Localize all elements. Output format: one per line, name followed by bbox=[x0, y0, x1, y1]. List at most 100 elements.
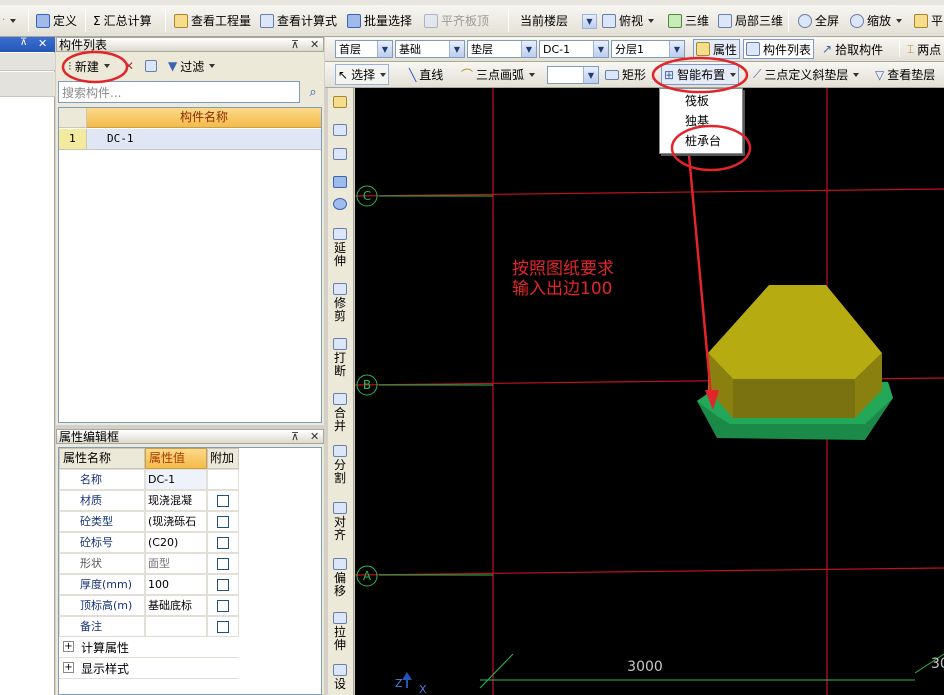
extra-checkbox[interactable] bbox=[217, 515, 229, 528]
new-component-button[interactable]: ⁝ 新建 bbox=[66, 53, 112, 79]
stretch-icon bbox=[333, 612, 347, 624]
type-select[interactable]: 垫层 ▼ bbox=[467, 40, 537, 58]
floor-select[interactable]: 首层 ▼ bbox=[335, 40, 393, 58]
batch-select-button[interactable]: 批量选择 bbox=[345, 5, 414, 36]
current-floor-dropdown-arrow[interactable]: ▼ bbox=[582, 14, 597, 29]
expand-icon[interactable]: + bbox=[63, 662, 74, 673]
brush-icon[interactable] bbox=[328, 96, 352, 110]
select-button[interactable]: ↖ 选择 bbox=[335, 64, 390, 85]
pin-icon[interactable]: ⊼ bbox=[291, 430, 299, 444]
stretch-button[interactable]: 拉伸 bbox=[328, 612, 352, 652]
property-value[interactable]: 100 bbox=[145, 574, 207, 595]
smart-place-button[interactable]: ⊞ 智能布置 bbox=[661, 64, 740, 85]
copy-tool-icon[interactable] bbox=[328, 124, 352, 138]
property-value[interactable]: 基础底标 bbox=[145, 595, 207, 616]
view-cushion-button[interactable]: ▽ 查看垫层 bbox=[873, 62, 937, 87]
property-value[interactable]: 现浇混凝 bbox=[145, 490, 207, 511]
property-row[interactable]: 备注 bbox=[59, 616, 239, 637]
move-icon[interactable] bbox=[328, 176, 352, 190]
mirror-icon[interactable] bbox=[328, 148, 352, 162]
close-icon[interactable]: ✕ bbox=[38, 37, 47, 50]
property-row[interactable]: 形状 面型 bbox=[59, 553, 239, 574]
zoom-button[interactable]: 缩放 bbox=[848, 5, 904, 36]
component-grid: 构件名称 1 DC-1 bbox=[58, 107, 322, 423]
close-icon[interactable]: ✕ bbox=[310, 430, 319, 444]
delete-icon[interactable]: ✕ bbox=[122, 53, 136, 79]
copy-icon[interactable] bbox=[143, 53, 159, 79]
pin-icon[interactable]: ⊼ bbox=[20, 37, 27, 48]
tree-row-1[interactable] bbox=[0, 53, 55, 71]
smart-place-menu-item[interactable]: 独基 bbox=[660, 111, 742, 131]
property-row[interactable]: 砼类型 (现浇砾石 bbox=[59, 511, 239, 532]
property-value[interactable] bbox=[145, 616, 207, 637]
trim-icon bbox=[333, 283, 347, 295]
smart-place-menu-item[interactable]: 筏板 bbox=[660, 91, 742, 111]
offset-button[interactable]: 偏移 bbox=[328, 558, 352, 598]
property-value[interactable]: (C20) bbox=[145, 532, 207, 553]
expand-icon[interactable]: + bbox=[63, 641, 74, 652]
property-row[interactable]: 顶标高(m) 基础底标 bbox=[59, 595, 239, 616]
view-formula-button[interactable]: 查看计算式 bbox=[258, 5, 339, 36]
property-value[interactable]: 面型 bbox=[145, 553, 207, 574]
slope-three-point-button[interactable]: ⟋ 三点定义斜垫层 bbox=[751, 62, 861, 87]
property-group[interactable]: + 计算属性 bbox=[59, 637, 239, 658]
filter-button[interactable]: ▼ 过滤 bbox=[166, 53, 217, 79]
close-icon[interactable]: ✕ bbox=[310, 38, 319, 52]
extra-checkbox[interactable] bbox=[217, 536, 229, 549]
extra-checkbox[interactable] bbox=[217, 557, 229, 570]
merge-button[interactable]: 合并 bbox=[328, 393, 352, 433]
rotate-icon[interactable] bbox=[328, 198, 352, 212]
property-row[interactable]: 砼标号 (C20) bbox=[59, 532, 239, 553]
three-d-button[interactable]: 三维 bbox=[666, 5, 711, 36]
set-button[interactable]: 设 bbox=[328, 664, 352, 691]
tree-row-2[interactable] bbox=[0, 72, 55, 97]
drawing-canvas[interactable]: C B A 3000 30 按照图纸要求 输入出边100 Z X bbox=[355, 88, 944, 695]
property-row[interactable]: 名称 DC-1 bbox=[59, 469, 239, 490]
search-icon[interactable]: ⌕ bbox=[303, 81, 323, 103]
extra-checkbox[interactable] bbox=[217, 620, 229, 633]
local-3d-button[interactable]: 局部三维 bbox=[716, 5, 785, 36]
view-quantities-button[interactable]: 查看工程量 bbox=[172, 5, 253, 36]
category-select[interactable]: 基础 ▼ bbox=[395, 40, 465, 58]
current-floor-select[interactable]: 当前楼层 bbox=[518, 5, 570, 36]
extra-checkbox[interactable] bbox=[217, 599, 229, 612]
pick-component-button[interactable]: ↗ 拾取构件 bbox=[820, 37, 885, 61]
component-select[interactable]: DC-1 ▼ bbox=[539, 40, 609, 58]
layer-select[interactable]: 分层1 ▼ bbox=[611, 40, 685, 58]
summary-button[interactable]: Σ 汇总计算 bbox=[91, 5, 154, 36]
trim-button[interactable]: 修剪 bbox=[328, 283, 352, 323]
property-value[interactable]: (现浇砾石 bbox=[145, 511, 207, 532]
flush-slab-button[interactable]: 平齐板顶 bbox=[422, 5, 491, 36]
property-value[interactable]: DC-1 bbox=[145, 469, 207, 490]
break-button[interactable]: 打断 bbox=[328, 338, 352, 378]
line-button[interactable]: ╲ 直线 bbox=[407, 62, 445, 87]
component-search-input[interactable]: 搜索构件... bbox=[58, 81, 300, 103]
align-button[interactable]: 对齐 bbox=[328, 502, 352, 542]
extra-checkbox[interactable] bbox=[217, 578, 229, 591]
define-button[interactable]: 定义 bbox=[34, 5, 79, 36]
component-list-button[interactable]: 构件列表 bbox=[743, 39, 815, 59]
toolbar-overflow[interactable]: · bbox=[0, 5, 18, 36]
rectangle-button[interactable]: 矩形 bbox=[603, 62, 648, 87]
extend-button[interactable]: 延伸 bbox=[328, 228, 352, 268]
pile-cap-model[interactable] bbox=[697, 285, 893, 440]
extra-checkbox[interactable] bbox=[217, 494, 229, 507]
property-row[interactable]: 厚度(mm) 100 bbox=[59, 574, 239, 595]
top-view-button[interactable]: 俯视 bbox=[600, 5, 656, 36]
component-row-name[interactable]: DC-1 bbox=[87, 129, 321, 150]
quantities-icon bbox=[174, 13, 188, 28]
properties-button[interactable]: 属性 bbox=[693, 39, 741, 59]
pan-button[interactable]: 平 bbox=[912, 5, 944, 36]
two-point-button[interactable]: ⌶ 两点 bbox=[905, 37, 943, 61]
arc-three-point-button[interactable]: ⌒ 三点画弧 bbox=[459, 62, 537, 87]
draw-mode-select[interactable]: ▼ bbox=[547, 66, 599, 84]
split-button[interactable]: 分割 bbox=[328, 445, 352, 485]
pin-icon[interactable]: ⊼ bbox=[291, 38, 299, 52]
property-group[interactable]: + 显示样式 bbox=[59, 658, 239, 679]
smart-place-menu-item[interactable]: 桩承台 bbox=[660, 131, 742, 151]
draw-toolbar: ↖ 选择 ╲ 直线 ⌒ 三点画弧 ▼ 矩形 ⊞ 智能布置 ⟋ 三点定义斜垫层 ▽ 查看垫层 bbox=[325, 62, 944, 88]
fullscreen-button[interactable]: 全屏 bbox=[796, 5, 841, 36]
canvas-drawing: C B A 3000 30 按照图纸要求 输入出边100 Z X bbox=[355, 88, 944, 695]
column-header-component-name[interactable]: 构件名称 bbox=[87, 108, 321, 128]
property-row[interactable]: 材质 现浇混凝 bbox=[59, 490, 239, 511]
